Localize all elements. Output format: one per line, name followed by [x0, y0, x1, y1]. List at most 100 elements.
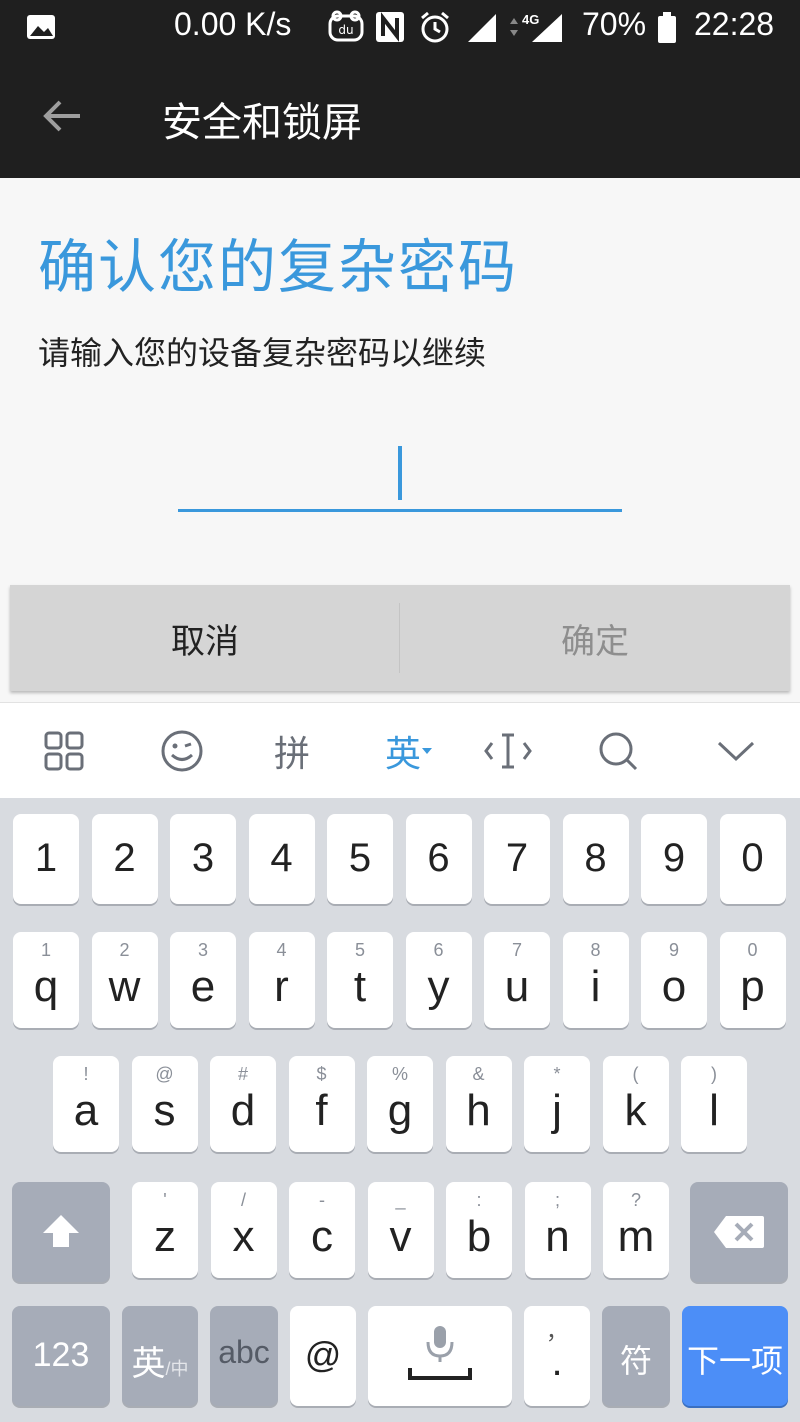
key-4-label: 4: [270, 836, 293, 880]
key-u[interactable]: 7u: [484, 932, 550, 1028]
pinyin-mode-button[interactable]: 拼: [262, 723, 322, 779]
key-5[interactable]: 5: [327, 814, 393, 904]
abc-key[interactable]: abc: [210, 1306, 278, 1406]
english-mode-label: 英: [384, 734, 421, 775]
key-k[interactable]: (k: [602, 1056, 669, 1152]
key-m[interactable]: ? m: [603, 1182, 669, 1278]
symbols-key-label: 符: [619, 1343, 652, 1379]
key-a[interactable]: ! a: [53, 1056, 119, 1152]
key-6-label: 6: [427, 836, 450, 880]
app-bar: 安全和锁屏: [0, 56, 800, 178]
key-x-secondary: /: [240, 1190, 246, 1210]
status-bar: 0.00 K/s du 4G 70% 22:28: [0, 0, 800, 56]
key-8[interactable]: 8: [562, 814, 629, 904]
key-z[interactable]: ' z: [132, 1182, 198, 1278]
key-f[interactable]: $ f: [288, 1056, 355, 1152]
key-q[interactable]: 1q: [13, 932, 79, 1028]
key-e-label: e: [190, 962, 216, 1011]
key-h-secondary: &: [472, 1064, 485, 1084]
key-8-label: 8: [584, 836, 607, 880]
key-g-label: g: [387, 1086, 413, 1135]
emoji-icon[interactable]: [152, 723, 212, 779]
key-t[interactable]: 5t: [327, 932, 393, 1028]
key-g[interactable]: % g: [367, 1056, 433, 1152]
key-o[interactable]: 9o: [641, 932, 707, 1028]
key-3[interactable]: 3: [170, 814, 236, 904]
key-u-label: u: [504, 962, 530, 1011]
key-c-label: c: [311, 1212, 333, 1261]
shift-icon: [43, 1215, 79, 1247]
abc-key-label: abc: [218, 1334, 270, 1370]
key-9[interactable]: 9: [641, 814, 707, 904]
key-w[interactable]: 2w: [91, 932, 158, 1028]
key-v-secondary: _: [395, 1190, 406, 1210]
lang-key-label: 英: [131, 1345, 166, 1383]
key-n[interactable]: ; n: [524, 1182, 591, 1278]
key-b[interactable]: :b: [446, 1182, 512, 1278]
key-j[interactable]: * j: [524, 1056, 590, 1152]
password-confirm-panel: 确认您的复杂密码 请输入您的设备复杂密码以继续 取消 确定: [0, 178, 800, 702]
key-d[interactable]: # d: [210, 1056, 276, 1152]
key-2[interactable]: 2: [91, 814, 158, 904]
key-q-label: q: [33, 962, 59, 1011]
symbols-key[interactable]: 符: [602, 1306, 670, 1406]
key-7[interactable]: 7: [484, 814, 550, 904]
grid-icon[interactable]: [34, 723, 94, 779]
key-b-secondary: :: [476, 1190, 482, 1210]
key-d-secondary: #: [237, 1064, 248, 1084]
english-mode-button[interactable]: 英: [374, 723, 444, 779]
backspace-key[interactable]: [690, 1182, 788, 1282]
key-5-label: 5: [348, 836, 372, 880]
password-input[interactable]: [178, 428, 622, 512]
key-t-label: t: [353, 962, 367, 1011]
key-y[interactable]: 6y: [405, 932, 472, 1028]
key-3-label: 3: [191, 836, 215, 880]
cursor-icon[interactable]: [478, 723, 538, 779]
confirm-button[interactable]: 确定: [400, 585, 790, 691]
key-s[interactable]: @ s: [131, 1056, 198, 1152]
key-x[interactable]: / x: [210, 1182, 277, 1278]
key-p[interactable]: 0p: [719, 932, 786, 1028]
key-6[interactable]: 6: [405, 814, 472, 904]
key-1-label: 1: [34, 836, 58, 880]
key-s-label: s: [153, 1086, 176, 1135]
lang-key-sub: /中: [165, 1359, 189, 1379]
image-icon: [27, 15, 55, 39]
4g-signal-icon: 4G: [510, 12, 562, 42]
numbers-key-label: 123: [32, 1336, 90, 1374]
battery-percent: 70%: [582, 6, 647, 42]
cancel-button[interactable]: 取消: [10, 585, 400, 691]
key-n-secondary: ;: [554, 1190, 560, 1210]
key-0[interactable]: 0: [719, 814, 786, 904]
key-4[interactable]: 4: [248, 814, 315, 904]
text-caret: [398, 446, 402, 500]
language-switch-key[interactable]: 英/中: [122, 1306, 198, 1406]
shift-key[interactable]: [12, 1182, 110, 1282]
at-key[interactable]: @: [290, 1306, 356, 1406]
key-v[interactable]: _ v: [367, 1182, 434, 1278]
key-c[interactable]: -c: [289, 1182, 355, 1278]
svg-text:4G: 4G: [522, 12, 539, 27]
key-h[interactable]: & h: [445, 1056, 512, 1152]
search-icon[interactable]: [588, 723, 648, 779]
key-l[interactable]: ) l: [681, 1056, 747, 1152]
key-r[interactable]: 4r: [248, 932, 315, 1028]
collapse-keyboard-icon[interactable]: [706, 723, 766, 779]
key-q-secondary: 1: [40, 940, 51, 960]
next-key[interactable]: 下一项: [682, 1306, 788, 1406]
key-e[interactable]: 3e: [170, 932, 236, 1028]
key-1[interactable]: 1: [13, 814, 79, 904]
key-i-label: i: [590, 962, 601, 1011]
key-r-secondary: 4: [276, 940, 287, 960]
instruction-text: 请输入您的设备复杂密码以继续: [38, 334, 487, 372]
key-p-secondary: 0: [747, 940, 758, 960]
arrow-left-icon[interactable]: [40, 94, 84, 138]
key-9-label: 9: [662, 836, 686, 880]
key-i[interactable]: 8i: [562, 932, 629, 1028]
punctuation-key[interactable]: ， .: [524, 1306, 590, 1406]
battery-icon: [658, 12, 676, 43]
key-j-secondary: *: [553, 1064, 561, 1084]
numbers-key[interactable]: 123: [12, 1306, 110, 1406]
key-k-label: k: [624, 1086, 647, 1135]
space-key[interactable]: [368, 1306, 512, 1406]
